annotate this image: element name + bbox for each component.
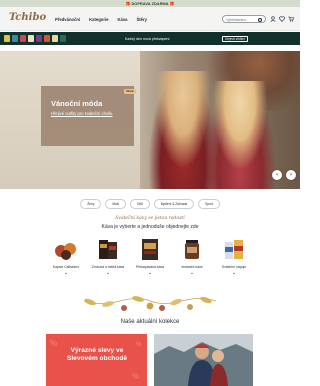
hero-card[interactable]: Nové Vánoční móda Hřejivé outfity pro sv… [41,86,136,146]
beans-image [99,240,117,259]
advent-promo-bar[interactable]: Každý den nová překvapení Objevit vědění [0,32,300,45]
collection-photo-tile[interactable] [154,334,253,386]
advent-thumb [52,35,58,42]
chevron-down-icon: ⌄ [63,270,69,276]
svg-text:%: % [50,339,57,348]
svg-text:%: % [132,372,139,381]
holiday-drinks-image [225,240,243,259]
chevron-down-icon: ⌄ [231,270,237,276]
search-input[interactable]: Vyhledávání... [222,15,266,23]
nav-item-kava[interactable]: Káva [117,17,127,22]
category-label: Zrnková a mletá káva [91,265,125,269]
hero-photo-girl [205,81,275,189]
advent-thumb [44,35,50,42]
chevron-down-icon: ⌄ [147,270,153,276]
svg-text:%: % [136,342,142,348]
instant-coffee-image [185,240,199,259]
category-label: Sváteční nápoje [221,265,247,269]
promo-text: Každý den nová překvapení [125,36,170,41]
chevron-down-icon: ⌄ [189,270,195,276]
advent-thumb [20,35,26,42]
category-instant[interactable]: Instantní káva ⌄ [174,236,210,276]
advent-thumb [4,35,10,42]
chip-zeny[interactable]: Ženy [80,199,102,209]
site-header: Tchibo Předvánoční Kategorie Káva Štěry … [0,7,300,31]
brand-logo[interactable]: Tchibo [9,12,46,23]
hero-banner[interactable]: Nové Vánoční móda Hřejivé outfity pro sv… [0,51,300,189]
couple-photo [154,334,253,386]
search-icon[interactable] [258,17,262,22]
category-chips: Ženy Muži Děti Bydlení & Zahrada Sport [0,199,300,209]
sale-promo-text: Výrazné slevy ve Slevovém obchodě [66,347,128,362]
account-icon[interactable] [270,16,276,22]
nav-item-stery[interactable]: Štěry [136,17,146,22]
nav-item-predvanocni[interactable]: Předvánoční [55,17,80,22]
chip-deti[interactable]: Děti [130,199,150,209]
advent-thumb [60,35,66,42]
coffee-subtitle: Káva je vyberte a jednoduše objednejte z… [101,224,199,230]
carousel-next-button[interactable]: › [286,170,296,180]
advent-thumb [36,35,42,42]
shipping-banner: 🎁 DOPRAVA ZDARMA 🎁 [0,0,300,7]
shipping-banner-text: 🎁 DOPRAVA ZDARMA 🎁 [125,2,175,6]
promo-button[interactable]: Objevit vědění [222,35,248,42]
category-label: Kapsle Cafissimo [52,265,80,269]
category-holiday-drinks[interactable]: Sváteční nápoje ⌄ [216,236,252,276]
hero-title: Vánoční móda [51,99,103,108]
collection-title: Naše aktuální kolekce [120,319,180,325]
coffee-categories: Kapsle Cafissimo ⌄ Zrnková a mletá káva … [48,236,252,276]
chip-muzi[interactable]: Muži [105,199,127,209]
wishlist-icon[interactable] [279,16,285,22]
nav-item-kategorie[interactable]: Kategorie [89,17,108,22]
chevron-left-icon: ‹ [276,172,278,178]
category-beans[interactable]: Zrnková a mletá káva ⌄ [90,236,126,276]
filter-coffee-image [142,239,158,260]
capsules-image [55,243,76,260]
chip-sport[interactable]: Sport [198,199,220,209]
category-label: Překapávaná káva [135,265,165,269]
category-label: Instantní káva [181,265,203,269]
christmas-garland [83,296,217,311]
chevron-right-icon: › [290,172,292,178]
category-capsules[interactable]: Kapsle Cafissimo ⌄ [48,236,84,276]
coffee-tagline: Sváteční kávy se jistou radostí [115,216,185,221]
search-placeholder: Vyhledávání... [226,17,249,22]
carousel-prev-button[interactable]: ‹ [272,170,282,180]
chip-bydleni[interactable]: Bydlení & Zahrada [153,199,195,209]
hero-badge: Nové [124,89,136,94]
category-filter[interactable]: Překapávaná káva ⌄ [132,236,168,276]
hero-link[interactable]: Hřejivé outfity pro sváteční chvíle [51,111,112,116]
main-nav: Předvánoční Kategorie Káva Štěry [55,17,147,22]
cart-icon[interactable] [288,16,294,22]
advent-thumb [28,35,34,42]
chevron-down-icon: ⌄ [105,270,111,276]
sale-promo-tile[interactable]: % % % Výrazné slevy ve Slevovém obchodě [46,334,147,386]
advent-thumb [12,35,18,42]
